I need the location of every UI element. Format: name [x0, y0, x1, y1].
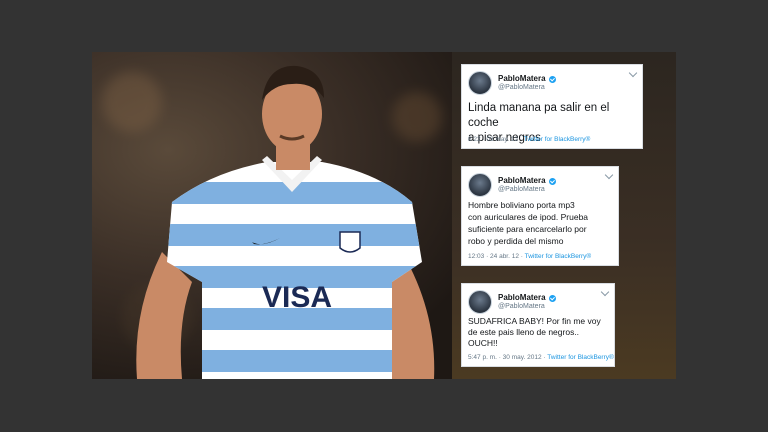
tweet-card[interactable]: PabloMatera @PabloMatera SUDAFRICA BABY!…: [461, 283, 615, 367]
jersey-sponsor: VISA: [262, 281, 332, 314]
tweet-text-line: SUDAFRICA BABY! Por fin me voy: [468, 316, 601, 326]
verified-badge-icon: [548, 177, 556, 185]
tweet-text: Hombre boliviano porta mp3 con auricular…: [468, 199, 612, 247]
tweet-timestamp[interactable]: 8:22 · 03 may. 12 ·: [468, 136, 524, 143]
verified-badge-icon: [548, 75, 556, 83]
tweet-author-name[interactable]: PabloMatera: [498, 74, 546, 84]
chevron-down-icon[interactable]: [604, 170, 614, 180]
tweet-source-link[interactable]: Twitter for BlackBerry®: [524, 136, 591, 143]
avatar[interactable]: [468, 173, 492, 197]
tweet-timestamp[interactable]: 12:03 · 24 abr. 12 ·: [468, 253, 525, 260]
tweet-card[interactable]: PabloMatera @PabloMatera Linda manana pa…: [461, 64, 643, 149]
uar-crest-icon: [339, 231, 361, 253]
verified-badge-icon: [548, 294, 556, 302]
chevron-down-icon[interactable]: [628, 68, 638, 78]
tweet-text: SUDAFRICA BABY! Por fin me voy de este p…: [468, 316, 608, 349]
tweet-source-link[interactable]: Twitter for BlackBerry®: [547, 354, 614, 361]
player-illustration: VISA: [136, 65, 435, 379]
tweet-source-link[interactable]: Twitter for BlackBerry®: [525, 253, 592, 260]
tweet-meta: 8:22 · 03 may. 12 · Twitter for BlackBer…: [468, 136, 590, 143]
avatar[interactable]: [468, 290, 492, 314]
tweet-author-handle[interactable]: @PabloMatera: [498, 186, 556, 194]
tweet-author-handle[interactable]: @PabloMatera: [498, 303, 556, 311]
tweet-card[interactable]: PabloMatera @PabloMatera Hombre bolivian…: [461, 166, 619, 266]
tweet-timestamp[interactable]: 5:47 p. m. · 30 may. 2012 ·: [468, 354, 547, 361]
tweet-author-name[interactable]: PabloMatera: [498, 176, 546, 186]
tweet-author-handle[interactable]: @PabloMatera: [498, 84, 556, 92]
tweet-text-line: Hombre boliviano porta mp3: [468, 200, 575, 210]
tweet-text-line: robo y perdida del mismo: [468, 236, 564, 246]
tweet-text-line: de este pais lleno de negros..: [468, 327, 580, 337]
chevron-down-icon[interactable]: [600, 287, 610, 297]
tweet-meta: 12:03 · 24 abr. 12 · Twitter for BlackBe…: [468, 253, 591, 260]
tweet-author-name[interactable]: PabloMatera: [498, 293, 546, 303]
tweet-text-line: con auriculares de ipod. Prueba: [468, 212, 589, 222]
tweet-text-line: OUCH!!: [468, 338, 498, 348]
tweet-meta: 5:47 p. m. · 30 may. 2012 · Twitter for …: [468, 354, 614, 361]
tweet-text-line: suficiente para encarcelarlo por: [468, 224, 587, 234]
avatar[interactable]: [468, 71, 492, 95]
tweet-text-line: Linda manana pa salir en el coche: [468, 102, 610, 129]
rugby-player-photo: VISA: [92, 52, 472, 379]
